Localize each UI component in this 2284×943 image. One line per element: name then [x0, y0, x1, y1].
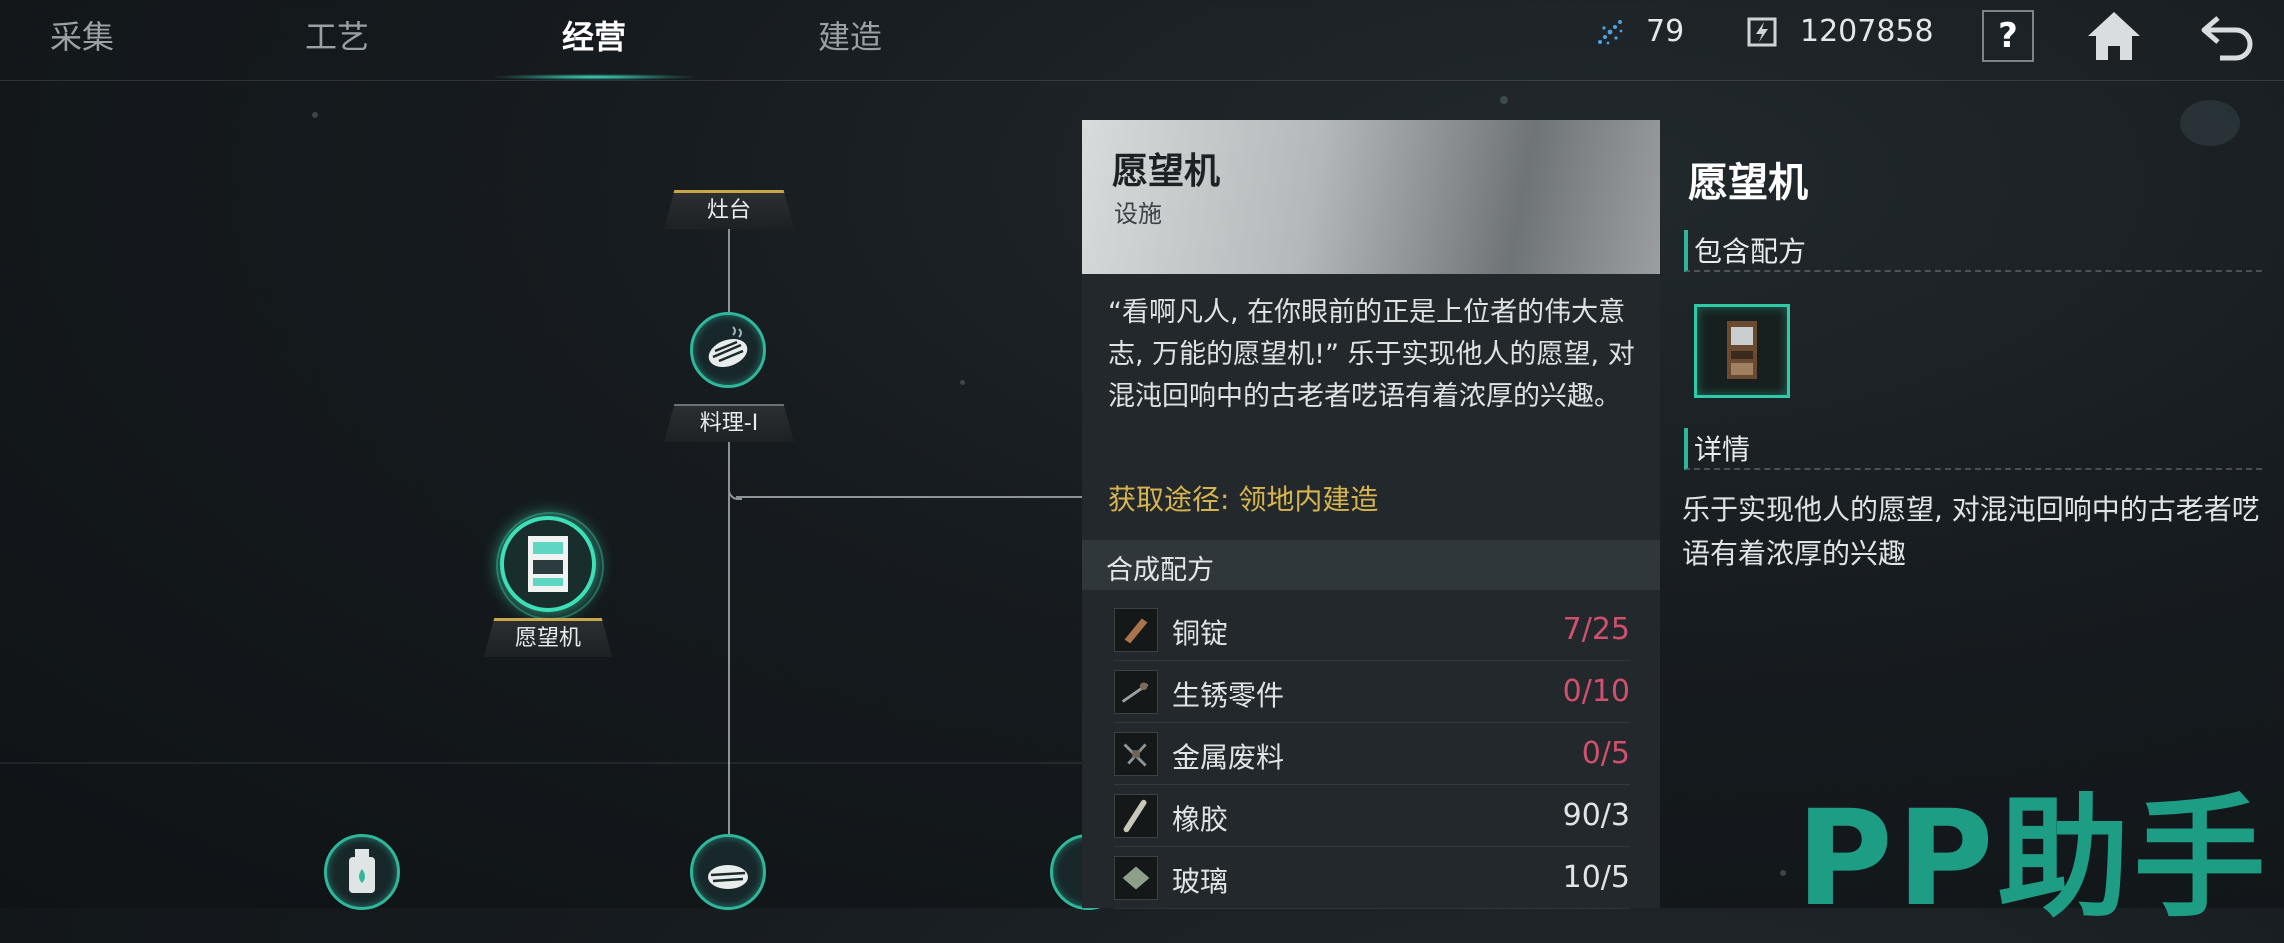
wish-machine-node[interactable]	[500, 516, 596, 612]
back-arrow-icon[interactable]	[2198, 8, 2258, 64]
ingredient-name: 铜锭	[1172, 617, 1229, 650]
tab-business[interactable]: 经营	[514, 12, 674, 58]
glass-icon	[1114, 856, 1158, 900]
ingredient-count: 10/5	[1562, 860, 1630, 895]
info-title: 愿望机	[1688, 160, 1808, 206]
background-speck	[1500, 96, 1508, 104]
recipe-slot[interactable]	[1694, 304, 1790, 398]
ingredient-row[interactable]: 玻璃 10/5	[1114, 848, 1630, 909]
item-detail-panel: 愿望机 设施 “看啊凡人, 在你眼前的正是上位者的伟大意志, 万能的愿望机!” …	[1082, 120, 1660, 909]
background-speck	[312, 112, 318, 118]
food-node[interactable]	[690, 834, 766, 910]
item-title: 愿望机	[1112, 151, 1221, 192]
background-speck	[1780, 870, 1786, 876]
recipes-section-header: 包含配方	[1684, 230, 2262, 272]
ingredient-name: 橡胶	[1172, 803, 1229, 836]
ingredient-count: 0/10	[1562, 674, 1630, 709]
crystal-icon	[1598, 20, 1623, 45]
wish-machine-label[interactable]: 愿望机	[484, 618, 612, 657]
stove-label[interactable]: 灶台	[664, 190, 794, 229]
tab-gather[interactable]: 采集	[2, 12, 162, 58]
fish-icon	[708, 865, 748, 889]
panel-header: 愿望机 设施	[1082, 120, 1660, 274]
recipe-header-label: 合成配方	[1106, 555, 1214, 586]
ingredient-row[interactable]: 铜锭 7/25	[1114, 600, 1630, 661]
background-smudge	[2180, 100, 2240, 146]
ingredient-count: 90/3	[1562, 798, 1630, 833]
copper-ingot-icon	[1114, 608, 1158, 652]
recipe-header: 合成配方	[1082, 540, 1660, 590]
wish-machine-icon	[528, 536, 568, 592]
active-tab-indicator	[494, 74, 694, 80]
tree-connector-corner	[728, 486, 742, 500]
coin-icon	[1747, 17, 1777, 47]
ingredient-name: 玻璃	[1172, 865, 1229, 898]
item-description: “看啊凡人, 在你眼前的正是上位者的伟大意志, 万能的愿望机!” 乐于实现他人的…	[1108, 297, 1635, 412]
rusty-parts-icon	[1114, 670, 1158, 714]
ingredient-row[interactable]: 橡胶 90/3	[1114, 786, 1630, 847]
steak-icon	[708, 326, 748, 368]
recipes-section-label: 包含配方	[1694, 235, 1807, 268]
rubber-icon	[1114, 794, 1158, 838]
tab-craft[interactable]: 工艺	[257, 12, 417, 58]
background-speck	[960, 380, 965, 385]
ingredient-row[interactable]: 金属废料 0/5	[1114, 724, 1630, 785]
home-icon[interactable]	[2084, 8, 2144, 64]
currency-counter: 1207858	[1800, 14, 1934, 49]
info-description: 乐于实现他人的愿望, 对混沌回响中的古老者呓语有着浓厚的兴趣	[1682, 493, 2260, 570]
ingredient-name: 生锈零件	[1172, 679, 1285, 712]
tree-connector	[736, 496, 1082, 498]
ingredient-name: 金属废料	[1172, 741, 1285, 774]
cooking-node[interactable]	[690, 312, 766, 388]
tab-build[interactable]: 建造	[770, 12, 930, 58]
ingredient-row[interactable]: 生锈零件 0/10	[1114, 662, 1630, 723]
watermark-logo: PP助手	[1796, 782, 2270, 936]
item-category: 设施	[1114, 200, 1162, 228]
help-button[interactable]: ?	[1982, 10, 2034, 62]
bottle-node[interactable]	[324, 834, 400, 910]
energy-counter: 79	[1646, 14, 1685, 49]
scrap-metal-icon	[1114, 732, 1158, 776]
section-divider	[0, 762, 1082, 764]
details-section-header: 详情	[1684, 428, 2262, 470]
cooking-label[interactable]: 料理-I	[664, 404, 794, 442]
arcade-machine-icon	[1727, 321, 1757, 379]
item-source: 获取途径: 领地内建造	[1108, 483, 1379, 516]
ingredient-count: 0/5	[1581, 736, 1630, 771]
tree-connector	[728, 222, 730, 316]
bottle-icon	[349, 849, 375, 893]
details-section-label: 详情	[1694, 433, 1751, 466]
top-bar: 采集 工艺 经营 建造 79 1207858 ?	[0, 0, 2284, 81]
ingredient-count: 7/25	[1562, 612, 1630, 647]
